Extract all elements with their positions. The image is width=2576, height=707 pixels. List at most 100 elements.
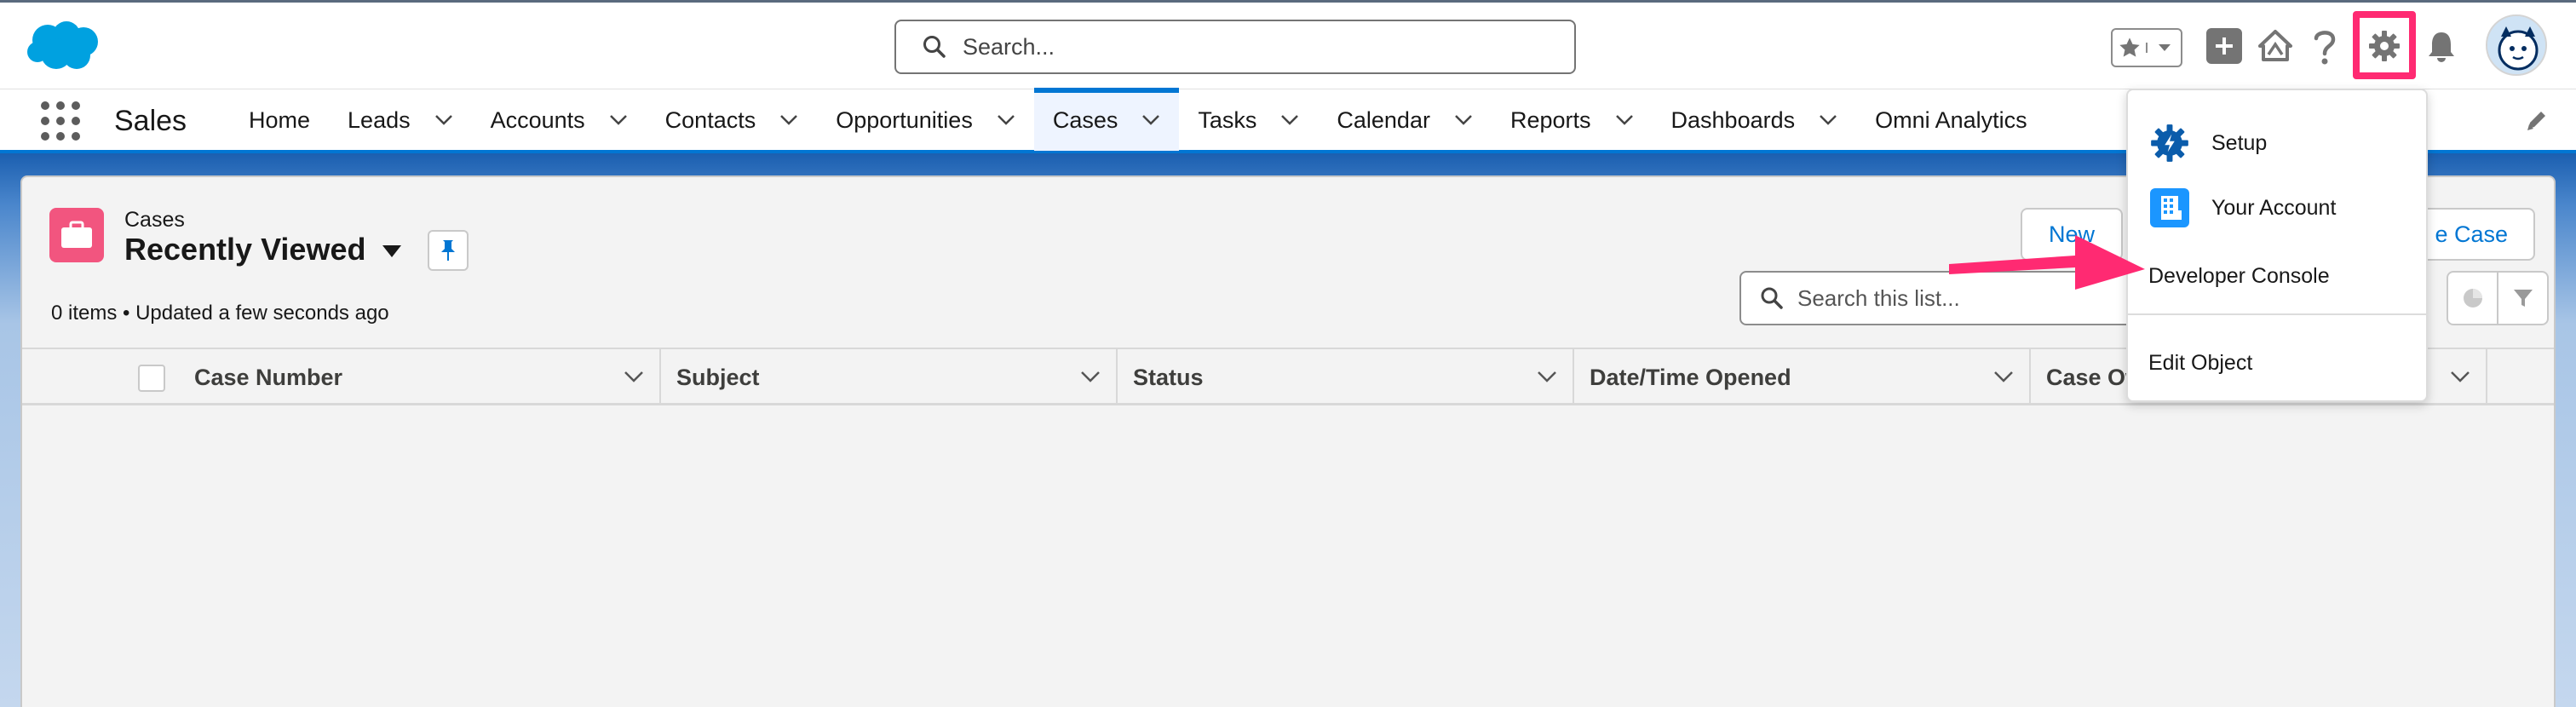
nav-tab-label: Leads	[348, 106, 411, 133]
menu-item-label: Developer Console	[2148, 263, 2330, 288]
filters-button[interactable]	[2497, 273, 2547, 324]
nav-tab-label: Opportunities	[836, 106, 973, 133]
global-search[interactable]	[894, 20, 1576, 74]
briefcase-icon	[61, 221, 92, 248]
help-icon	[2314, 31, 2336, 65]
menu-item-label: Your Account	[2211, 195, 2337, 220]
nav-tab-omni-analytics[interactable]: Omni Analytics	[1856, 89, 2046, 151]
menu-divider	[2128, 313, 2426, 315]
bell-icon	[2429, 32, 2454, 62]
annotation-arrow	[1949, 235, 2145, 290]
plus-icon	[2216, 37, 2233, 55]
app-launcher-dot	[41, 117, 49, 125]
list-controls-group	[2447, 271, 2549, 325]
chevron-down-icon[interactable]	[997, 114, 1015, 126]
edit-nav-pencil-icon[interactable]	[2523, 106, 2550, 134]
column-header-label: Status	[1133, 364, 1204, 390]
menu-item-edit-object[interactable]: Edit Object	[2128, 339, 2426, 387]
nav-tab-tasks[interactable]: Tasks	[1179, 89, 1318, 151]
nav-tab-label: Contacts	[664, 106, 756, 133]
chevron-down-icon[interactable]	[434, 114, 453, 126]
nav-tab-label: Tasks	[1198, 106, 1257, 133]
salesforce-cloud-logo[interactable]	[26, 20, 102, 72]
notifications-button[interactable]	[2424, 26, 2458, 66]
app-launcher-dot	[56, 132, 65, 141]
column-header-label: Subject	[676, 364, 760, 390]
menu-item-label: Edit Object	[2148, 350, 2253, 375]
chevron-down-icon[interactable]	[609, 114, 628, 126]
nav-tab-label: Accounts	[490, 106, 585, 133]
app-launcher-dot	[56, 117, 65, 125]
nav-tab-leads[interactable]: Leads	[329, 89, 472, 151]
star-icon	[2119, 37, 2140, 57]
column-header-label: Date/Time Opened	[1590, 364, 1791, 390]
nav-tab-reports[interactable]: Reports	[1492, 89, 1653, 151]
chevron-down-icon[interactable]	[1993, 370, 2014, 383]
select-all-checkbox[interactable]	[138, 365, 165, 392]
account-building-icon	[2150, 188, 2189, 227]
chevron-down-icon[interactable]	[1537, 370, 1557, 383]
menu-item-developer-console[interactable]: Developer Console	[2128, 252, 2426, 300]
filter-icon	[2513, 290, 2533, 307]
nav-tab-label: Dashboards	[1670, 106, 1796, 133]
chevron-down-icon[interactable]	[1280, 114, 1299, 126]
favorites-star-button[interactable]	[2113, 36, 2146, 60]
nav-tab-calendar[interactable]: Calendar	[1318, 89, 1492, 151]
menu-item-setup[interactable]: Setup	[2128, 119, 2426, 167]
chevron-down-icon[interactable]	[779, 114, 798, 126]
favorites-list-button[interactable]	[2146, 43, 2181, 53]
chevron-down-icon[interactable]	[1080, 370, 1101, 383]
pin-list-view-button[interactable]	[428, 230, 469, 271]
column-header-subject[interactable]: Subject	[661, 349, 1118, 405]
nav-tab-label: Reports	[1509, 106, 1591, 133]
avatar[interactable]	[2486, 14, 2547, 76]
app-launcher-dot	[72, 101, 80, 110]
app-launcher-dot	[72, 132, 80, 141]
nav-tab-home[interactable]: Home	[230, 89, 329, 151]
nav-tab-label: Omni Analytics	[1875, 106, 2027, 133]
chevron-down-icon[interactable]	[1454, 114, 1473, 126]
pin-icon	[441, 240, 455, 261]
chevron-down-icon[interactable]	[2450, 370, 2470, 383]
global-search-input[interactable]	[963, 33, 1559, 60]
help-button[interactable]	[2310, 26, 2339, 67]
global-actions-button[interactable]	[2206, 28, 2242, 64]
menu-item-label: Setup	[2211, 130, 2268, 155]
setup-gear-icon	[2150, 124, 2189, 163]
app-launcher-dot	[41, 132, 49, 141]
nav-tab-accounts[interactable]: Accounts	[472, 89, 647, 151]
column-header-label: Case Number	[194, 364, 343, 390]
list-view-meta: 0 items • Updated a few seconds ago	[51, 302, 389, 325]
charts-button[interactable]	[2448, 273, 2497, 324]
menu-item-your-account[interactable]: Your Account	[2128, 184, 2426, 232]
nav-tab-label: Cases	[1052, 106, 1118, 133]
chevron-down-icon[interactable]	[1141, 114, 1160, 126]
nav-tab-dashboards[interactable]: Dashboards	[1653, 89, 1857, 151]
chevron-down-icon	[2158, 44, 2171, 51]
column-header-case-number[interactable]: Case Number	[179, 349, 661, 405]
column-header-date-time-opened[interactable]: Date/Time Opened	[1574, 349, 2031, 405]
chevron-down-icon[interactable]	[1615, 114, 1634, 126]
nav-tab-cases[interactable]: Cases	[1033, 88, 1180, 151]
case-object-icon	[49, 208, 104, 262]
pie-chart-icon	[2463, 289, 2482, 308]
nav-tabs: Home Leads Accounts Contacts Opportuniti…	[230, 88, 2046, 151]
global-header	[0, 0, 2576, 89]
setup-highlight-box	[2353, 11, 2416, 79]
chevron-down-icon[interactable]	[624, 370, 644, 383]
search-icon	[1761, 287, 1783, 309]
trailhead-button[interactable]	[2256, 26, 2295, 66]
app-launcher-button[interactable]	[41, 101, 80, 141]
setup-menu: Setup Your Account Developer Console Edi…	[2126, 89, 2428, 402]
nav-tab-opportunities[interactable]: Opportunities	[817, 89, 1034, 151]
column-header-status[interactable]: Status	[1118, 349, 1574, 405]
astro-avatar-icon	[2487, 16, 2545, 74]
nav-tab-contacts[interactable]: Contacts	[647, 89, 818, 151]
app-launcher-dot	[41, 101, 49, 110]
list-view-picker-icon[interactable]	[380, 242, 404, 261]
favorites-button-group	[2111, 28, 2182, 67]
chevron-down-icon[interactable]	[1819, 114, 1837, 126]
list-view-title[interactable]: Recently Viewed	[124, 232, 365, 267]
nav-tab-label: Home	[249, 106, 311, 133]
app-name: Sales	[114, 105, 187, 137]
